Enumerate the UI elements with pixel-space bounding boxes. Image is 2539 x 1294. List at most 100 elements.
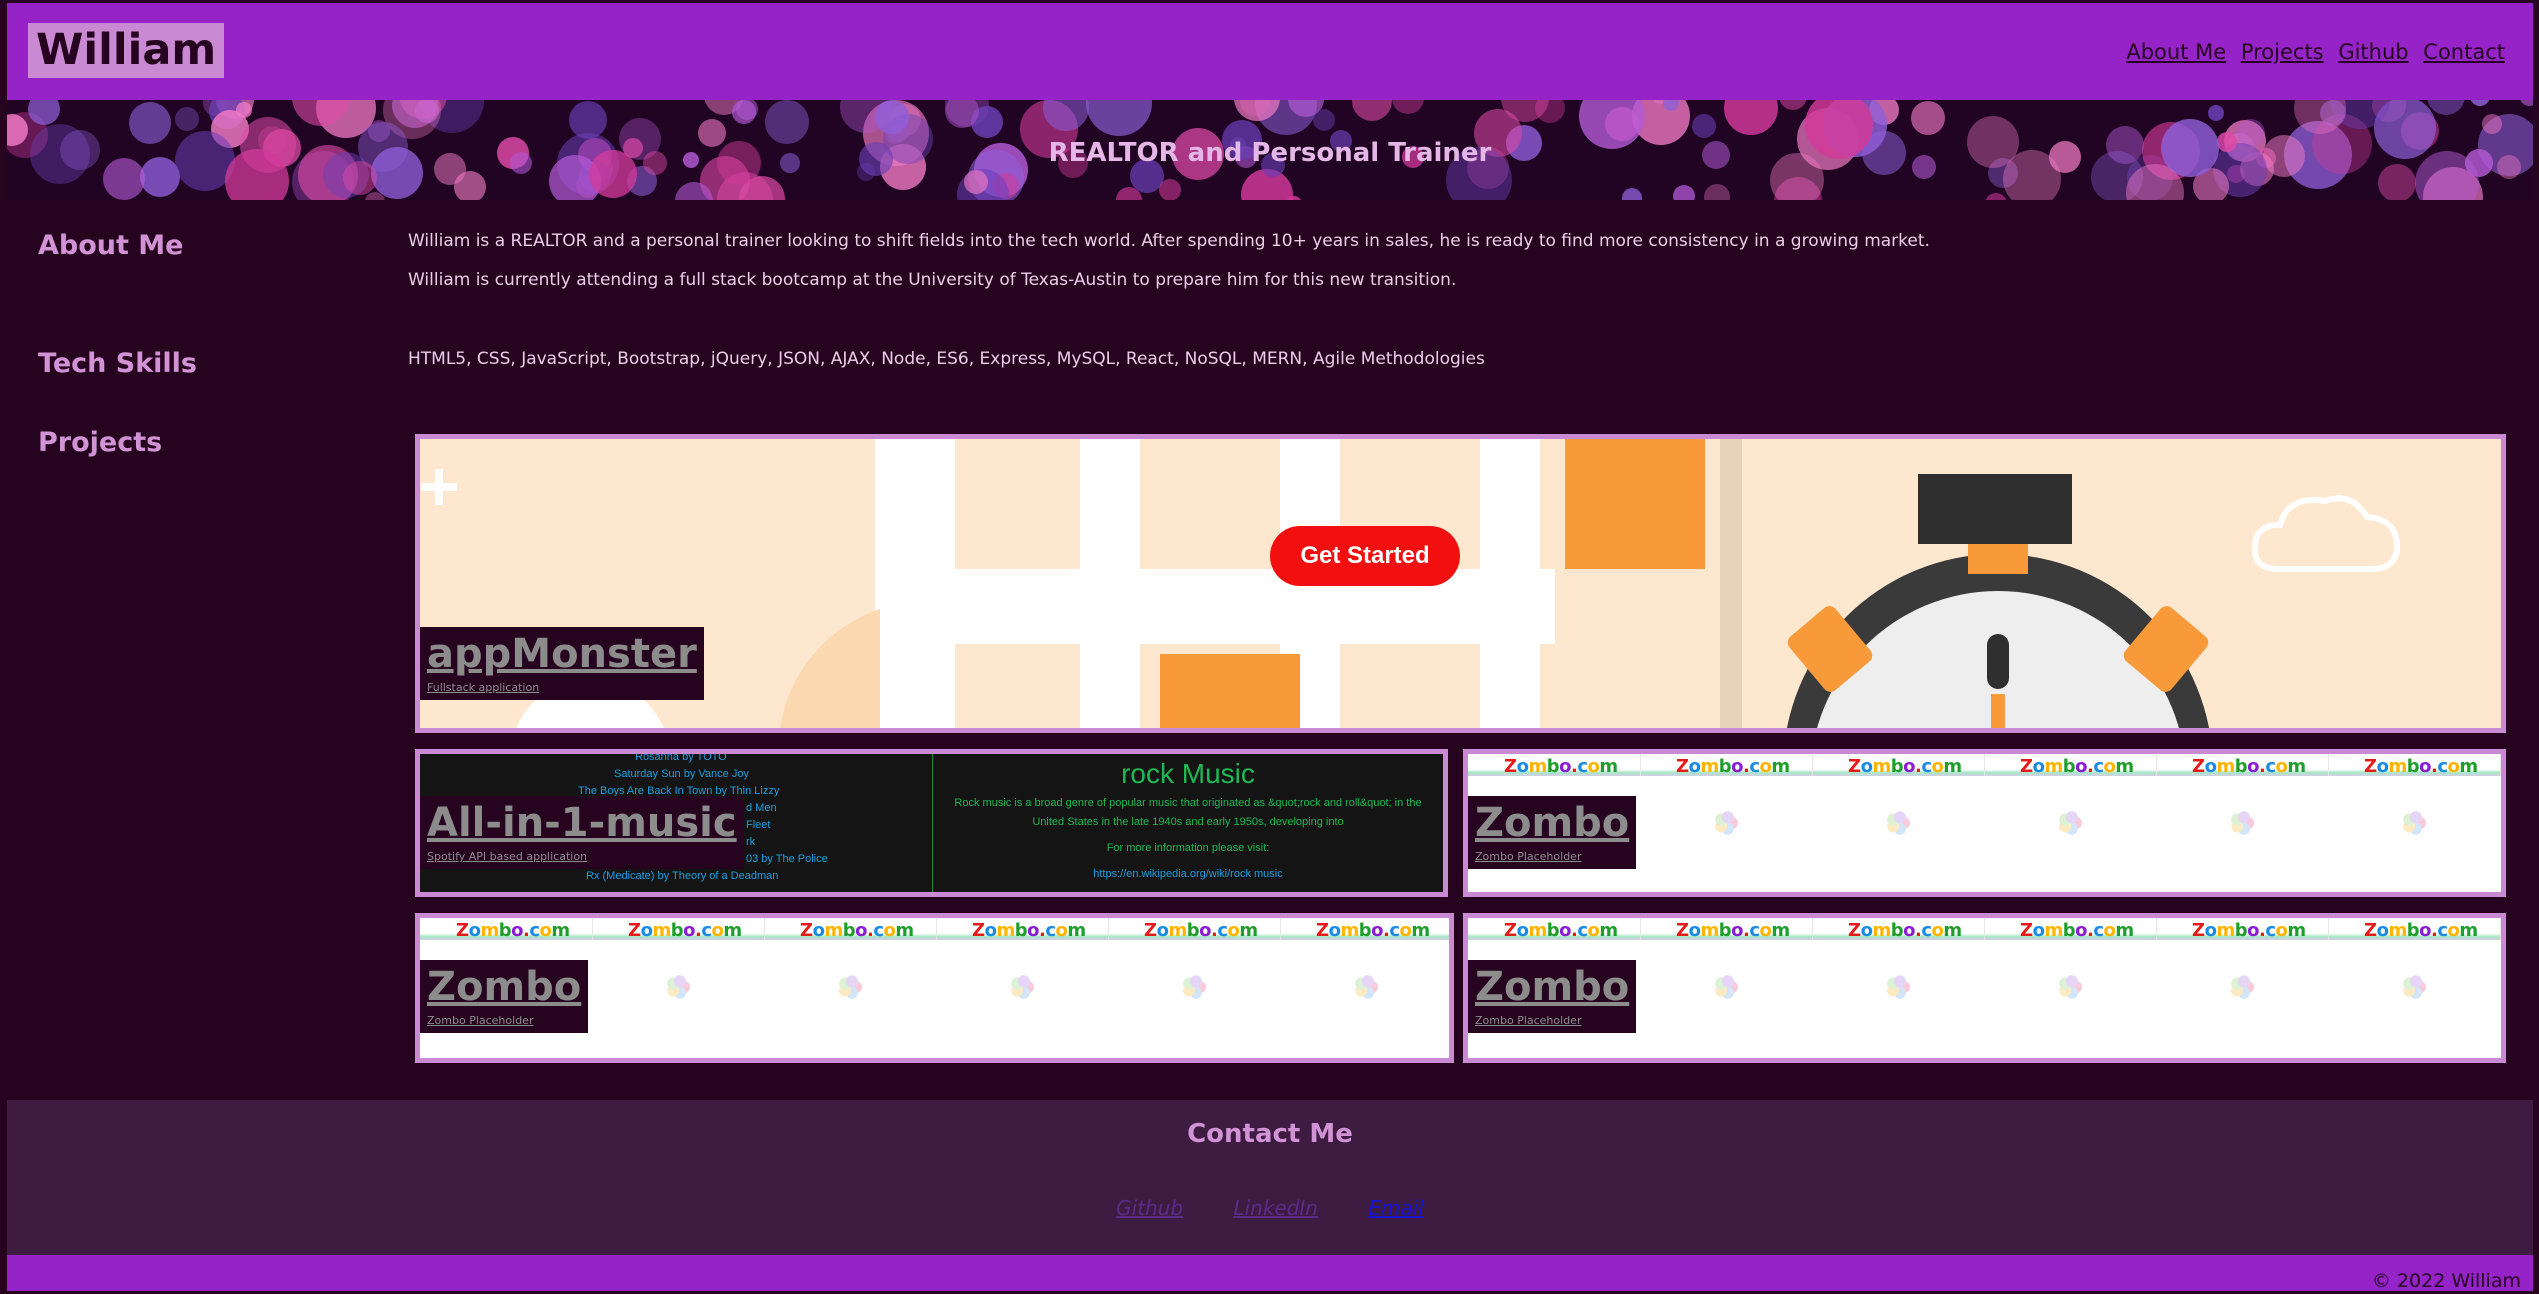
zombo-separator (592, 918, 593, 940)
zombo-banner-text: Zombo.com (1316, 920, 1430, 941)
genre-more-info: For more information please visit: (1106, 842, 1270, 854)
track-item: rk (746, 836, 756, 848)
zombo-separator (2156, 754, 2157, 776)
zombo-flower-icon (1011, 975, 1034, 999)
zombo-flower-icon (2231, 811, 2254, 835)
zombo-flower-icon (667, 975, 690, 999)
project-card-zombo[interactable]: Zombo.com Zombo.com Zombo.com Zombo.com Zomb… (1463, 913, 2506, 1063)
zombo-banner-row: Zombo.com Zombo.com Zombo.com Zombo.com Zomb… (1468, 754, 2501, 777)
project-title-link[interactable]: appMonster (427, 631, 697, 677)
tech-skills-title: Tech Skills (38, 348, 198, 379)
project-title-link[interactable]: Zombo (1475, 964, 1629, 1010)
zombo-banner-text: Zombo.com (800, 920, 914, 941)
track-item: Saturday Sun by Vance Joy (614, 768, 749, 780)
about-title: About Me (38, 230, 184, 261)
zombo-separator (2156, 918, 2157, 940)
bokeh-dot (2482, 114, 2502, 134)
project-card-all-in-1-music[interactable]: Rosanna by TOTO Saturday Sun by Vance Jo… (415, 749, 1448, 897)
zombo-flower-icon (1355, 975, 1378, 999)
bokeh-dot (1704, 184, 1730, 200)
zombo-banner-text: Zombo.com (2364, 756, 2478, 777)
zombo-separator (1812, 754, 1813, 776)
project-label: appMonster Fullstack application (420, 627, 704, 700)
bokeh-dot (964, 170, 988, 194)
zombo-separator (1108, 918, 1109, 940)
bokeh-dot (732, 100, 756, 124)
project-label: Zombo Zombo Placeholder (1468, 960, 1637, 1033)
project-title-link[interactable]: Zombo (427, 964, 581, 1010)
bokeh-dot (1159, 179, 1181, 200)
hero-title: REALTOR and Personal Trainer (1048, 138, 1492, 168)
contact-email-link[interactable]: Email (1368, 1196, 1424, 1220)
page-frame: William About Me Projects Github Contact… (7, 3, 2533, 1292)
zombo-flower-icon (1887, 975, 1910, 999)
project-title-link[interactable]: All-in-1-music (427, 800, 737, 846)
zombo-banner-text: Zombo.com (1676, 756, 1790, 777)
project-subtitle-link[interactable]: Zombo Placeholder (1475, 850, 1629, 863)
project-card-zombo[interactable]: Zombo.com Zombo.com Zombo.com Zombo.com Zomb… (415, 913, 1454, 1063)
genre-heading: rock Music (1121, 758, 1255, 789)
bokeh-dot (1352, 100, 1392, 121)
zombo-banner-text: Zombo.com (2020, 756, 2134, 777)
projects-title: Projects (38, 427, 163, 458)
zombo-flower-icon (2059, 975, 2082, 999)
bokeh-dot (175, 107, 199, 131)
zombo-flower-icon (2231, 975, 2254, 999)
nav-contact[interactable]: Contact (2423, 40, 2505, 64)
project-subtitle-link[interactable]: Zombo Placeholder (1475, 1014, 1629, 1027)
bokeh-dot (2378, 164, 2416, 200)
contact-linkedin-link[interactable]: LinkedIn (1233, 1196, 1318, 1220)
bokeh-dot (1779, 100, 1807, 110)
zombo-flower-icon (1715, 811, 1738, 835)
brand-name[interactable]: William (28, 23, 225, 78)
zombo-banner-text: Zombo.com (2364, 920, 2478, 941)
contact-github-link[interactable]: Github (1116, 1196, 1183, 1220)
project-label: Zombo Zombo Placeholder (1468, 796, 1637, 869)
zombo-banner-text: Zombo.com (456, 920, 570, 941)
zombo-banner-text: Zombo.com (1504, 756, 1618, 777)
bokeh-dot (875, 100, 909, 134)
project-subtitle-link[interactable]: Zombo Placeholder (427, 1014, 581, 1027)
nav-github[interactable]: Github (2338, 40, 2408, 64)
zombo-separator (1640, 754, 1641, 776)
bokeh-dot (1911, 101, 1945, 135)
zombo-banner-text: Zombo.com (2192, 920, 2306, 941)
hero-banner: REALTOR and Personal Trainer (7, 100, 2533, 200)
track-item: 03 by The Police (746, 853, 828, 865)
contact-title: Contact Me (1187, 1119, 1353, 1149)
bokeh-dot (1673, 185, 1695, 200)
zombo-banner-text: Zombo.com (1504, 920, 1618, 941)
project-card-appmonster[interactable]: Get Started appMonster Fullstack applica… (415, 434, 2506, 733)
zombo-banner-text: Zombo.com (2020, 920, 2134, 941)
zombo-banner-text: Zombo.com (1144, 920, 1258, 941)
zombo-banner-text: Zombo.com (628, 920, 742, 941)
zombo-banner-text: Zombo.com (1848, 756, 1962, 777)
get-started-button[interactable]: Get Started (1270, 526, 1460, 586)
bokeh-dot (236, 102, 252, 118)
project-subtitle-link[interactable]: Spotify API based application (427, 850, 737, 863)
genre-wiki-link[interactable]: https://en.wikipedia.org/wiki/rock music (933, 868, 1443, 880)
contact-section: Contact Me Github LinkedIn Email (7, 1100, 2533, 1255)
about-paragraph-2: William is currently attending a full st… (408, 270, 1457, 290)
zombo-separator (2328, 918, 2329, 940)
bokeh-dot (2427, 100, 2465, 115)
nav-projects[interactable]: Projects (2241, 40, 2324, 64)
contact-links: Github LinkedIn Email (7, 1196, 2533, 1220)
tech-skills-list: HTML5, CSS, JavaScript, Bootstrap, jQuer… (408, 349, 1485, 369)
appmonster-screenshot (420, 439, 2501, 728)
genre-panel: rock Music Rock music is a broad genre o… (933, 754, 1443, 892)
zombo-banner-text: Zombo.com (1848, 920, 1962, 941)
project-label: Zombo Zombo Placeholder (420, 960, 589, 1033)
bokeh-dot (2208, 105, 2224, 121)
zombo-flower-icon (1887, 811, 1910, 835)
bokeh-dot (569, 101, 607, 139)
zombo-banner-text: Zombo.com (972, 920, 1086, 941)
project-card-zombo[interactable]: Zombo.com Zombo.com Zombo.com Zombo.com Zomb… (1463, 749, 2506, 897)
project-title-link[interactable]: Zombo (1475, 800, 1629, 846)
zombo-flower-icon (1715, 975, 1738, 999)
zombo-separator (1280, 918, 1281, 940)
project-subtitle-link[interactable]: Fullstack application (427, 681, 697, 694)
project-label: All-in-1-music Spotify API based applica… (420, 796, 744, 869)
nav-about-me[interactable]: About Me (2126, 40, 2226, 64)
genre-description: Rock music is a broad genre of popular m… (954, 797, 1422, 828)
